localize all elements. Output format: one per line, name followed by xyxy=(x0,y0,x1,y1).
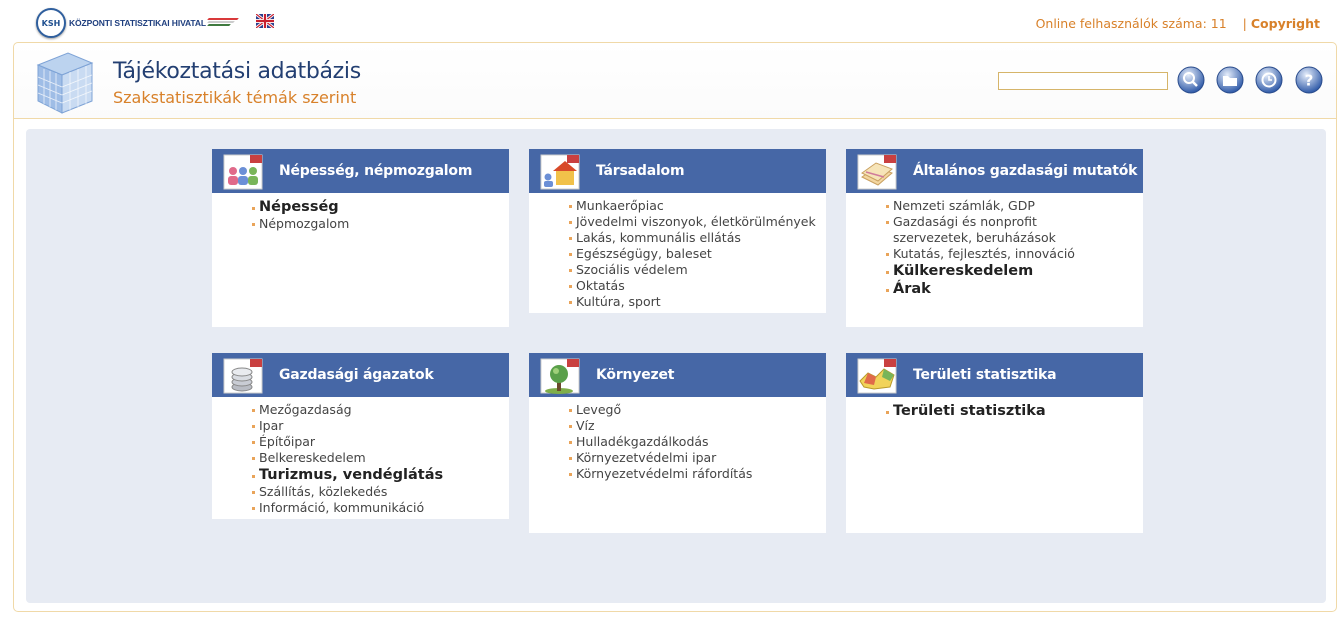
topic-link[interactable]: Népmozgalom xyxy=(252,216,509,232)
panel-title: Gazdasági ágazatok xyxy=(279,367,434,383)
panel-header[interactable]: Általános gazdasági mutatók xyxy=(846,149,1143,193)
online-users-text: Online felhasználók száma: 11 xyxy=(1035,16,1227,31)
topic-link[interactable]: Nemzeti számlák, GDP xyxy=(886,198,1143,214)
online-users: Online felhasználók száma: 11 | Copyrigh… xyxy=(1036,16,1320,31)
panel-title: Általános gazdasági mutatók xyxy=(913,163,1138,179)
topic-link[interactable]: Területi statisztika xyxy=(886,402,1143,420)
panel-header[interactable]: Népesség, népmozgalom xyxy=(212,149,509,193)
panel-title: Népesség, népmozgalom xyxy=(279,163,473,179)
topic-link[interactable]: Munkaerőpiac xyxy=(569,198,826,214)
panel-title: Területi statisztika xyxy=(913,367,1057,383)
topic-panel-society: Társadalom Munkaerőpiac Jövedelmi viszon… xyxy=(529,149,826,313)
panel-header[interactable]: Környezet xyxy=(529,353,826,397)
page-subtitle: Szakstatisztikák témák szerint xyxy=(113,88,357,107)
coins-icon xyxy=(223,358,263,394)
uk-flag-icon[interactable] xyxy=(256,14,274,28)
search-icon[interactable] xyxy=(1177,66,1205,94)
topic-link[interactable]: Belkereskedelem xyxy=(252,450,509,466)
topic-panel-regional: Területi statisztika Területi statisztik… xyxy=(846,353,1143,533)
database-cube-icon xyxy=(36,52,94,114)
topic-link[interactable]: Jövedelmi viszonyok, életkörülmények xyxy=(569,214,826,230)
page-title: Tájékoztatási adatbázis xyxy=(113,59,361,84)
help-icon[interactable]: ? xyxy=(1295,66,1323,94)
topic-panel-sectors: Gazdasági ágazatok Mezőgazdaság Ipar Épí… xyxy=(212,353,509,519)
folder-icon[interactable] xyxy=(1216,66,1244,94)
topic-link[interactable]: Külkereskedelem xyxy=(886,262,1143,280)
panel-header[interactable]: Területi statisztika xyxy=(846,353,1143,397)
topic-link[interactable]: Turizmus, vendéglátás xyxy=(252,466,509,484)
logo-text: KÖZPONTI STATISZTIKAI HIVATAL xyxy=(69,18,207,28)
topic-list: Levegő Víz Hulladékgazdálkodás Környezet… xyxy=(529,397,826,482)
topic-link[interactable]: Lakás, kommunális ellátás xyxy=(569,230,826,246)
topic-panel-environment: Környezet Levegő Víz Hulladékgazdálkodás… xyxy=(529,353,826,533)
topic-link[interactable]: Gazdasági és nonprofit szervezetek, beru… xyxy=(886,214,1143,246)
topic-link[interactable]: Víz xyxy=(569,418,826,434)
topic-link[interactable]: Építőipar xyxy=(252,434,509,450)
topic-link[interactable]: Oktatás xyxy=(569,278,826,294)
topic-panel-economy: Általános gazdasági mutatók Nemzeti szám… xyxy=(846,149,1143,327)
topic-link[interactable]: Információ, kommunikáció xyxy=(252,500,509,516)
logo-badge: KSH xyxy=(36,8,66,38)
topic-link[interactable]: Hulladékgazdálkodás xyxy=(569,434,826,450)
topic-list: Népesség Népmozgalom xyxy=(212,193,509,232)
panel-title: Társadalom xyxy=(596,163,685,179)
main-frame: Tájékoztatási adatbázis Szakstatisztikák… xyxy=(13,42,1337,612)
topic-link[interactable]: Árak xyxy=(886,280,1143,298)
topic-link[interactable]: Népesség xyxy=(252,198,509,216)
page-header: Tájékoztatási adatbázis Szakstatisztikák… xyxy=(14,43,1336,119)
ksh-logo[interactable]: KSH KÖZPONTI STATISZTIKAI HIVATAL xyxy=(36,8,239,38)
search-input[interactable] xyxy=(998,72,1168,90)
top-bar: KSH KÖZPONTI STATISZTIKAI HIVATAL Online… xyxy=(0,0,1340,42)
topic-link[interactable]: Szociális védelem xyxy=(569,262,826,278)
people-icon xyxy=(223,154,263,190)
topic-panel-population: Népesség, népmozgalom Népesség Népmozgal… xyxy=(212,149,509,327)
topic-link[interactable]: Mezőgazdaság xyxy=(252,402,509,418)
tree-icon xyxy=(540,358,580,394)
topic-list: Területi statisztika xyxy=(846,397,1143,420)
topic-link[interactable]: Környezetvédelmi ráfordítás xyxy=(569,466,826,482)
topics-area: Népesség, népmozgalom Népesség Népmozgal… xyxy=(26,129,1326,603)
panel-header[interactable]: Gazdasági ágazatok xyxy=(212,353,509,397)
separator: | xyxy=(1242,16,1247,31)
topic-link[interactable]: Levegő xyxy=(569,402,826,418)
topic-list: Munkaerőpiac Jövedelmi viszonyok, életkö… xyxy=(529,193,826,310)
copyright-link[interactable]: Copyright xyxy=(1251,16,1320,31)
panel-title: Környezet xyxy=(596,367,675,383)
topic-link[interactable]: Ipar xyxy=(252,418,509,434)
topic-link[interactable]: Kultúra, sport xyxy=(569,294,826,310)
topic-link[interactable]: Szállítás, közlekedés xyxy=(252,484,509,500)
topic-list: Mezőgazdaság Ipar Építőipar Belkereskede… xyxy=(212,397,509,516)
topic-link[interactable]: Kutatás, fejlesztés, innováció xyxy=(886,246,1143,262)
clock-icon[interactable] xyxy=(1255,66,1283,94)
topic-link[interactable]: Egészségügy, baleset xyxy=(569,246,826,262)
money-icon xyxy=(857,154,897,190)
topic-list: Nemzeti számlák, GDP Gazdasági és nonpro… xyxy=(846,193,1143,298)
panel-header[interactable]: Társadalom xyxy=(529,149,826,193)
svg-text:?: ? xyxy=(1305,72,1314,90)
map-icon xyxy=(857,358,897,394)
topic-link[interactable]: Környezetvédelmi ipar xyxy=(569,450,826,466)
logo-stripes-icon xyxy=(207,18,240,26)
house-icon xyxy=(540,154,580,190)
